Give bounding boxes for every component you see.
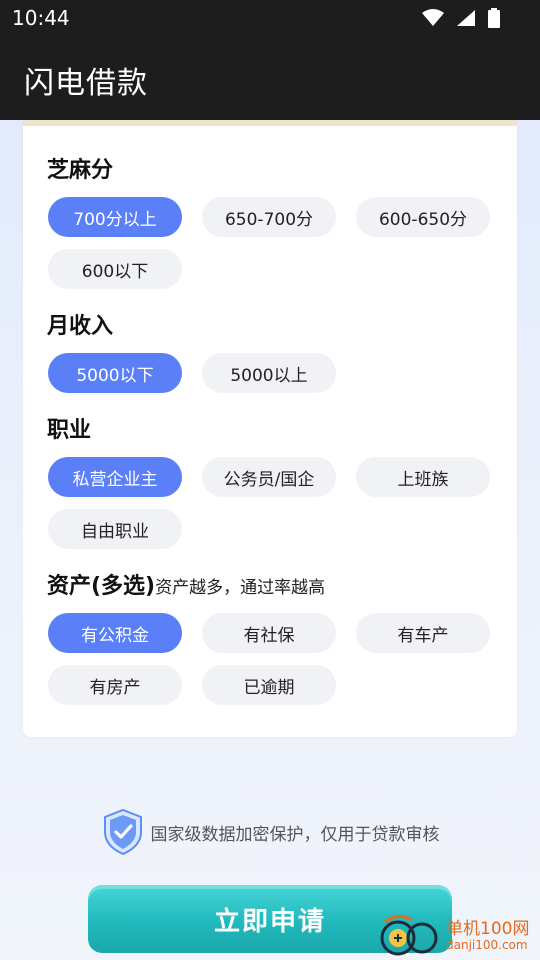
- battery-icon: [488, 8, 500, 28]
- filter-card: 芝麻分 700分以上 650-700分 600-650分 600以下 月收入 5…: [23, 120, 517, 737]
- security-note-text: 国家级数据加密保护，仅用于贷款审核: [150, 824, 440, 845]
- app-bar: 闪电借款: [0, 36, 540, 120]
- status-time: 10:44: [12, 6, 70, 30]
- chip-credit-600-650[interactable]: 600-650分: [356, 197, 490, 237]
- chip-credit-below-600[interactable]: 600以下: [48, 249, 182, 289]
- wifi-icon: [422, 9, 444, 26]
- chip-credit-700-plus[interactable]: 700分以上: [48, 197, 182, 237]
- section-title-assets: 资产(多选)资产越多，通过率越高: [47, 568, 325, 600]
- signal-icon: [457, 10, 475, 26]
- chip-asset-car[interactable]: 有车产: [356, 613, 490, 653]
- security-note: 国家级数据加密保护，仅用于贷款审核: [0, 806, 540, 858]
- shield-check-icon: [103, 808, 142, 856]
- site-watermark: 单机100网 danji100.com: [380, 912, 540, 960]
- chip-asset-house[interactable]: 有房产: [48, 665, 182, 705]
- chip-job-civil-servant[interactable]: 公务员/国企: [202, 457, 336, 497]
- status-bar: 10:44: [0, 0, 540, 36]
- app-title: 闪电借款: [24, 66, 148, 101]
- chip-asset-social-security[interactable]: 有社保: [202, 613, 336, 653]
- assets-title-label: 资产(多选): [47, 574, 156, 599]
- watermark-line1: 单机100网: [446, 919, 530, 939]
- chip-job-freelancer[interactable]: 自由职业: [48, 509, 182, 549]
- watermark-logo-icon: [380, 915, 438, 956]
- chip-job-office-worker[interactable]: 上班族: [356, 457, 490, 497]
- section-title-credit: 芝麻分: [47, 158, 114, 183]
- chip-income-below-5000[interactable]: 5000以下: [48, 353, 182, 393]
- chip-job-business-owner[interactable]: 私营企业主: [48, 457, 182, 497]
- watermark-text: 单机100网 danji100.com: [446, 920, 529, 952]
- section-title-job: 职业: [47, 418, 92, 443]
- chip-asset-overdue[interactable]: 已逾期: [202, 665, 336, 705]
- assets-subtitle: 资产越多，通过率越高: [155, 578, 326, 598]
- chip-income-above-5000[interactable]: 5000以上: [202, 353, 336, 393]
- card-top-accent: [23, 120, 517, 126]
- chip-asset-housing-fund[interactable]: 有公积金: [48, 613, 182, 653]
- chip-credit-650-700[interactable]: 650-700分: [202, 197, 336, 237]
- section-title-income: 月收入: [47, 314, 114, 339]
- status-icons: [422, 8, 500, 28]
- watermark-line2: danji100.com: [446, 938, 528, 952]
